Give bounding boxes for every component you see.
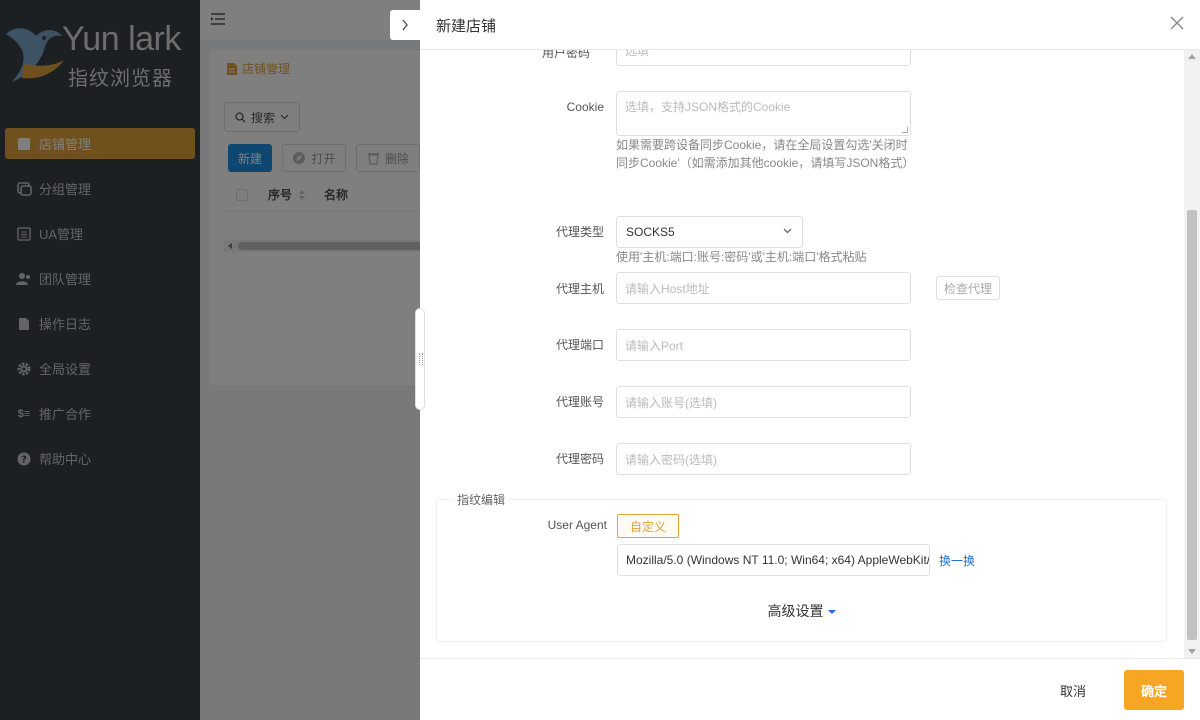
fingerprint-section: 指纹编辑 User Agent 自定义 Mozilla/5.0 (Windows…: [436, 491, 1167, 642]
user-agent-value: Mozilla/5.0 (Windows NT 11.0; Win64; x64…: [626, 553, 930, 567]
password-placeholder: 选填: [625, 50, 650, 58]
fingerprint-legend: 指纹编辑: [453, 491, 510, 508]
drawer-body: 用户密码 选填 Cookie 选填，支持JSON格式的Cookie 如果需要跨设…: [420, 50, 1200, 658]
cookie-textarea[interactable]: 选填，支持JSON格式的Cookie: [616, 91, 911, 136]
resize-splitter-handle[interactable]: [415, 308, 425, 410]
drawer-header: 新建店铺: [420, 0, 1200, 50]
check-proxy-label: 检查代理: [943, 281, 992, 296]
proxy-type-value: SOCKS5: [626, 225, 675, 239]
advanced-settings-label: 高级设置: [767, 603, 824, 619]
scroll-up-icon[interactable]: [1188, 54, 1196, 59]
proxy-password-input[interactable]: 请输入密码(选填): [616, 443, 911, 475]
chevron-right-icon: [402, 19, 408, 31]
cookie-label: Cookie: [566, 100, 604, 114]
proxy-port-label: 代理端口: [555, 338, 604, 352]
drawer-vertical-scrollbar[interactable]: [1184, 50, 1200, 658]
proxy-password-placeholder: 请输入密码(选填): [625, 452, 717, 467]
user-agent-input[interactable]: Mozilla/5.0 (Windows NT 11.0; Win64; x64…: [617, 544, 930, 576]
scrollbar-thumb[interactable]: [1187, 210, 1197, 640]
proxy-account-label: 代理账号: [555, 395, 604, 409]
proxy-account-input[interactable]: 请输入账号(选填): [616, 386, 911, 418]
drawer-footer: 取消 确定: [420, 658, 1200, 720]
cancel-button[interactable]: 取消: [1060, 681, 1086, 700]
custom-ua-button[interactable]: 自定义: [617, 514, 679, 538]
proxy-password-label: 代理密码: [555, 452, 604, 466]
password-label: 用户密码: [541, 50, 590, 60]
close-icon[interactable]: [1170, 16, 1184, 30]
scroll-down-icon[interactable]: [1188, 649, 1196, 654]
proxy-host-label: 代理主机: [555, 282, 604, 296]
caret-down-icon: [827, 610, 836, 615]
confirm-button-label: 确定: [1140, 683, 1167, 699]
advanced-settings-toggle[interactable]: 高级设置: [437, 601, 1166, 621]
resize-handle[interactable]: [902, 127, 908, 133]
proxy-type-label: 代理类型: [555, 225, 604, 239]
cookie-placeholder: 选填，支持JSON格式的Cookie: [625, 100, 791, 114]
custom-ua-label: 自定义: [629, 519, 666, 534]
confirm-button[interactable]: 确定: [1124, 670, 1184, 710]
proxy-type-select[interactable]: SOCKS5: [616, 216, 803, 248]
user-agent-label: User Agent: [547, 518, 607, 532]
proxy-host-input[interactable]: 请输入Host地址: [616, 272, 911, 304]
proxy-port-input[interactable]: 请输入Port: [616, 329, 911, 361]
cookie-help-text: 如果需要跨设备同步Cookie，请在全局设置勾选'关闭时同步Cookie'（如需…: [616, 138, 915, 170]
drawer-collapse-button[interactable]: [390, 10, 420, 40]
proxy-type-help-text: 使用'主机:端口:账号:密码'或'主机:端口'格式粘贴: [616, 250, 867, 264]
chevron-down-icon: [783, 228, 792, 234]
check-proxy-button[interactable]: 检查代理: [936, 276, 1000, 300]
password-field[interactable]: 选填: [616, 50, 911, 66]
proxy-port-placeholder: 请输入Port: [625, 338, 684, 353]
drawer-title: 新建店铺: [436, 18, 497, 35]
new-store-drawer: 新建店铺 用户密码 选填 Cookie 选填，支持JSON格式的Cookie 如…: [420, 0, 1200, 720]
proxy-account-placeholder: 请输入账号(选填): [625, 395, 717, 410]
swap-ua-link[interactable]: 换一换: [939, 552, 975, 569]
proxy-host-placeholder: 请输入Host地址: [625, 281, 710, 296]
